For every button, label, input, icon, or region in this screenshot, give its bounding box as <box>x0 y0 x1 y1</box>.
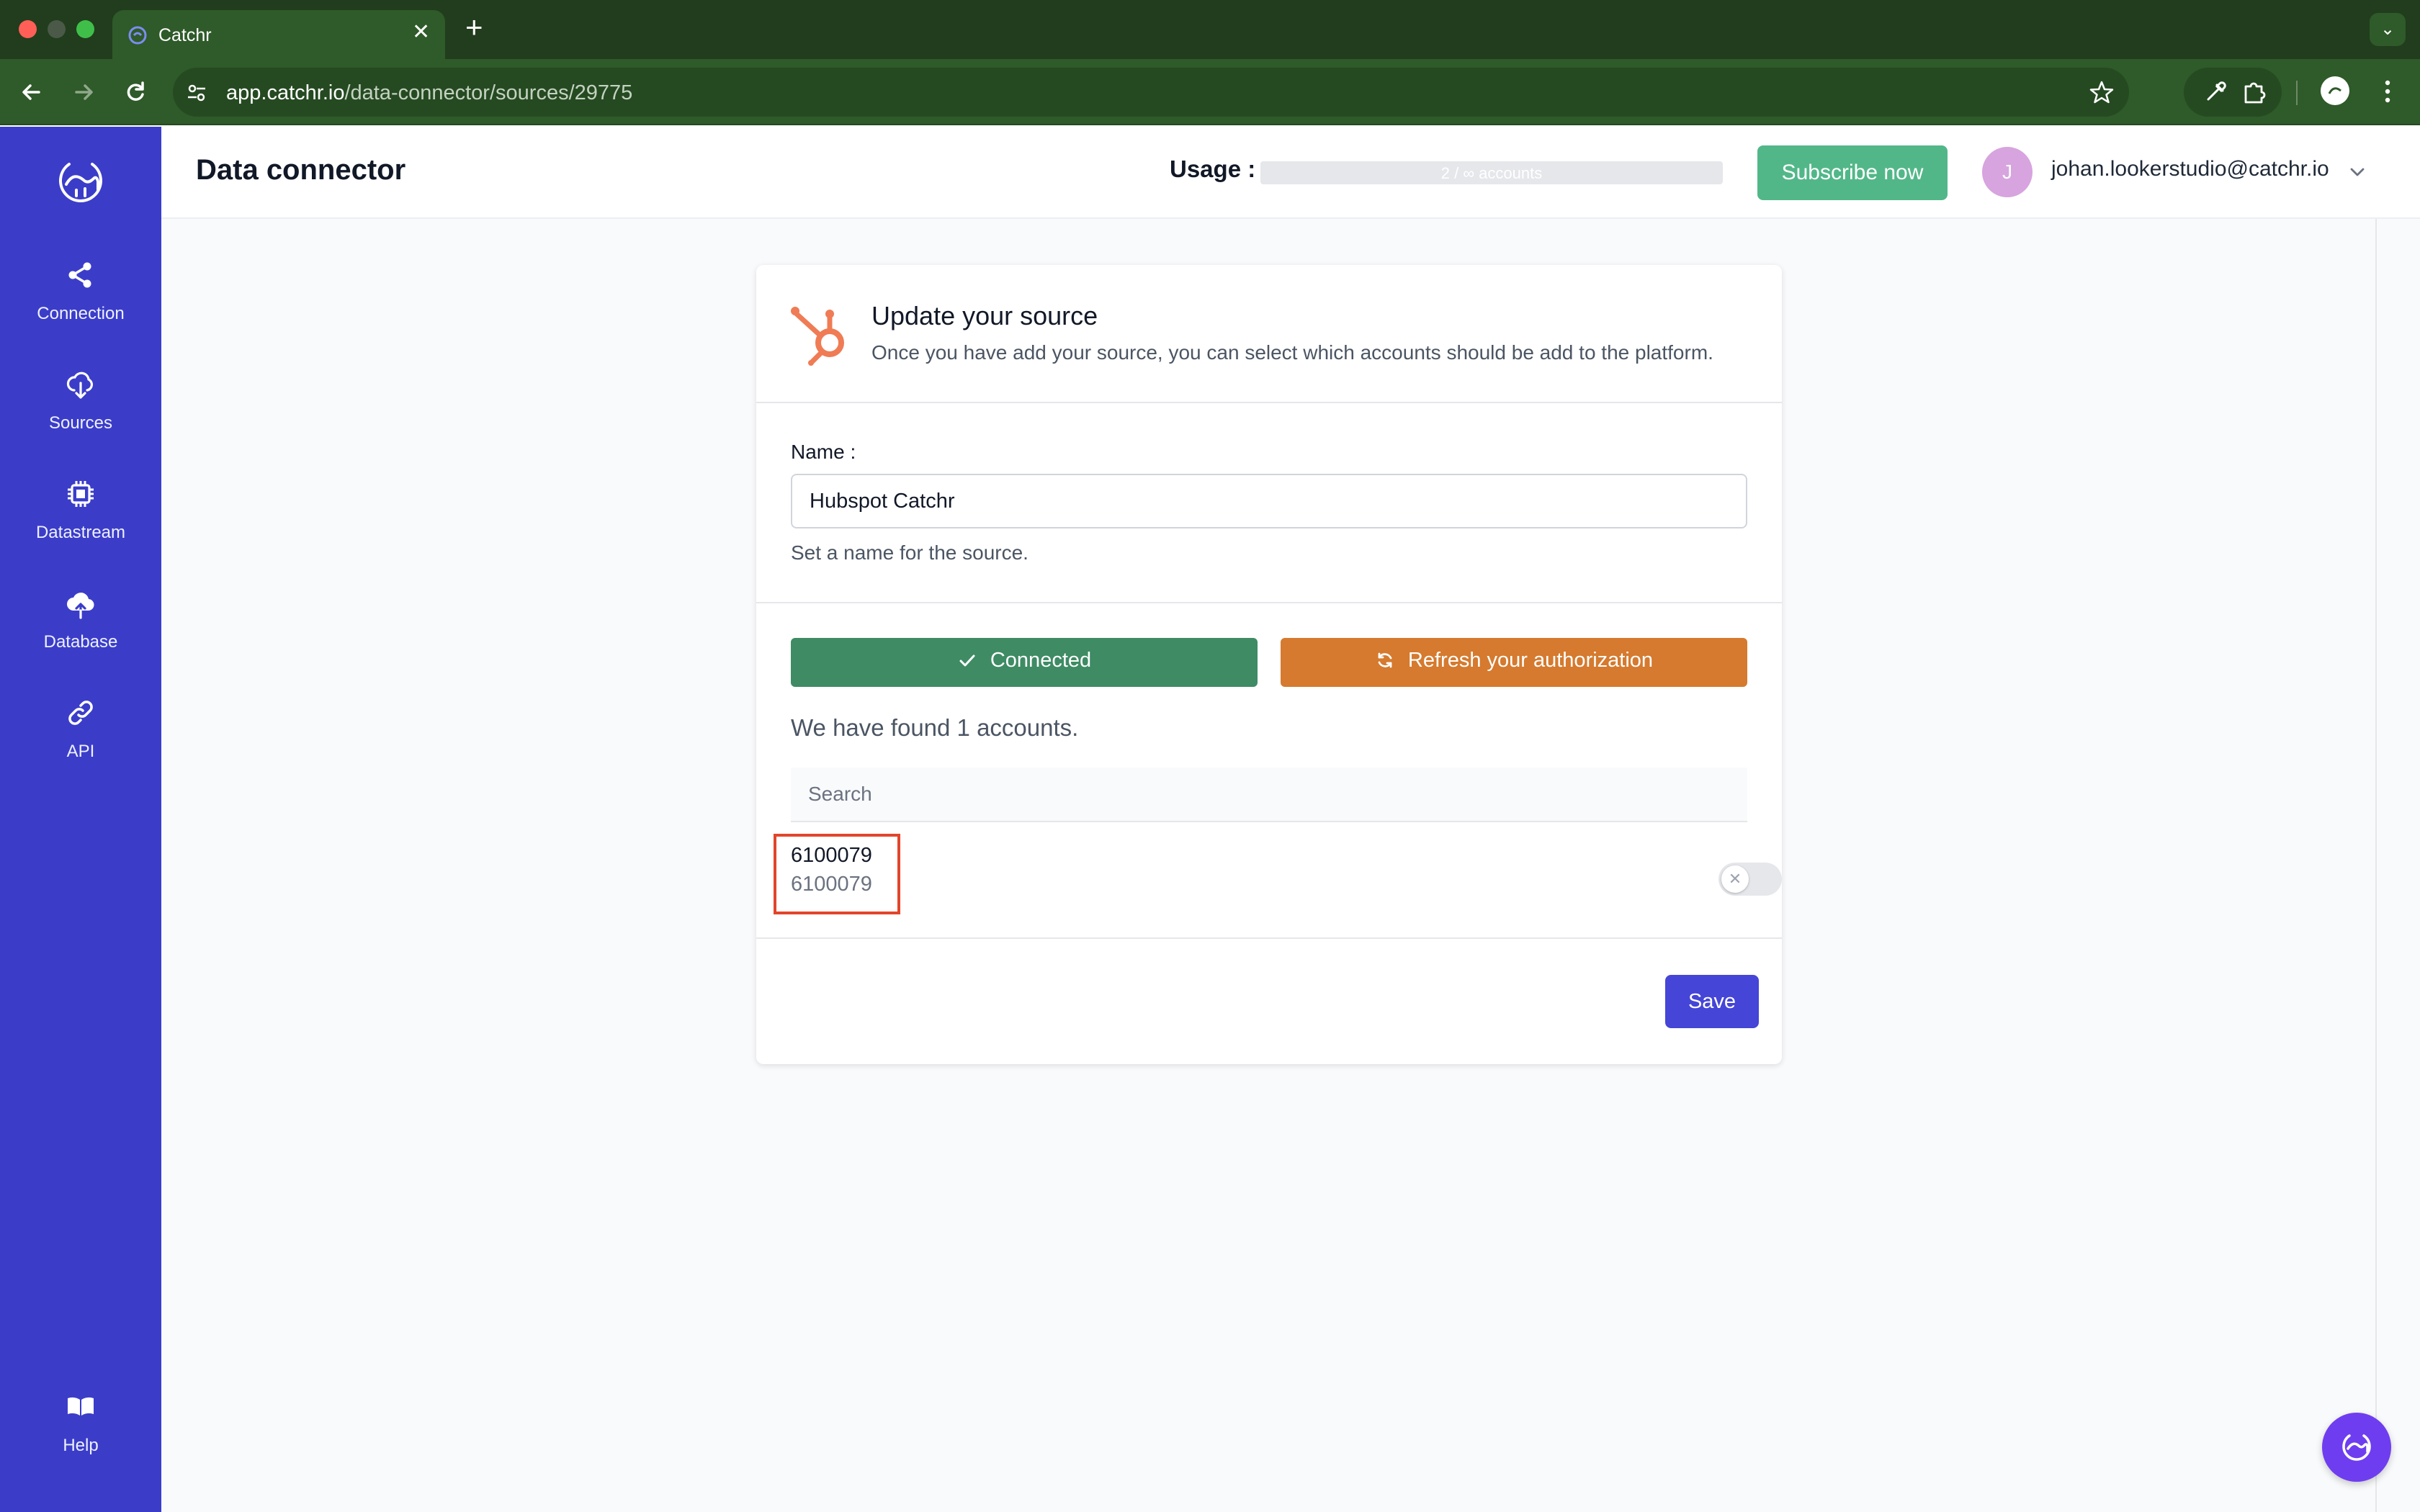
page-title: Data connector <box>196 154 406 186</box>
account-enable-toggle[interactable]: ✕ <box>1718 863 1782 896</box>
kebab-icon[interactable] <box>2377 75 2398 108</box>
toolbar-separator <box>2296 81 2298 105</box>
divider <box>756 602 1782 603</box>
catchr-logo-icon[interactable] <box>48 154 114 210</box>
sidebar-item-sources[interactable]: Sources <box>0 369 161 462</box>
cloud-download-icon <box>66 372 94 399</box>
check-icon <box>959 654 975 667</box>
account-id: 6100079 <box>791 873 872 896</box>
card-title: Update your source <box>871 301 1098 330</box>
maximize-window-button[interactable] <box>76 20 94 38</box>
sidebar-item-label: API <box>66 742 95 761</box>
subscribe-button[interactable]: Subscribe now <box>1757 145 1948 200</box>
tab-title: Catchr <box>158 25 212 45</box>
catchr-logo-icon <box>128 26 147 45</box>
address-bar[interactable]: app.catchr.io/data-connector/sources/297… <box>173 68 2129 117</box>
url-text: app.catchr.io/data-connector/sources/297… <box>226 81 632 105</box>
close-window-button[interactable] <box>19 20 37 38</box>
plus-icon[interactable]: + <box>465 12 483 43</box>
update-source-card: Update your source Once you have add you… <box>756 265 1782 1064</box>
minimize-window-button[interactable] <box>48 20 66 38</box>
app-sidebar: Connection Sources Datastream Database A… <box>0 127 161 1512</box>
app-header: Data connector Usage : 2 / ∞ accounts Su… <box>161 127 2420 219</box>
sidebar-item-label: Connection <box>37 304 125 323</box>
browser-tab[interactable]: Catchr ✕ <box>112 10 445 59</box>
chevron-down-icon[interactable] <box>2348 163 2367 181</box>
account-search-input[interactable] <box>791 768 1747 822</box>
chat-support-button[interactable] <box>2322 1413 2391 1482</box>
usage-text: 2 / ∞ accounts <box>1440 164 1543 182</box>
arrow-left-icon[interactable] <box>16 76 48 108</box>
cloud-upload-icon <box>67 593 94 619</box>
sidebar-item-label: Datastream <box>35 523 126 542</box>
chip-icon <box>68 481 94 507</box>
usage-label: Usage : <box>1170 156 1256 182</box>
url-host: app.catchr.io <box>226 81 345 104</box>
sidebar-item-api[interactable]: API <box>0 697 161 791</box>
star-icon[interactable] <box>2089 79 2115 105</box>
reload-icon[interactable] <box>120 76 151 108</box>
tune-icon[interactable] <box>186 82 207 104</box>
source-name-input[interactable] <box>791 474 1747 528</box>
hubspot-icon <box>791 307 844 366</box>
sidebar-item-label: Database <box>43 632 118 652</box>
close-icon[interactable]: ✕ <box>412 22 430 43</box>
sidebar-item-datastream[interactable]: Datastream <box>0 478 161 572</box>
book-icon <box>68 1397 94 1416</box>
puzzle-icon[interactable] <box>2241 79 2267 105</box>
profile-icon[interactable] <box>2321 76 2349 105</box>
save-button[interactable]: Save <box>1665 975 1759 1028</box>
sidebar-item-help[interactable]: Help <box>0 1391 161 1485</box>
refresh-label: Refresh your authorization <box>1407 648 1654 672</box>
chevron-down-icon[interactable]: ⌄ <box>2370 13 2406 46</box>
avatar[interactable]: J <box>1982 147 2033 197</box>
eyedropper-icon[interactable] <box>2202 79 2228 105</box>
usage-bar: 2 / ∞ accounts <box>1260 161 1723 184</box>
account-name: 6100079 <box>791 844 872 867</box>
divider <box>756 402 1782 403</box>
sidebar-item-label: Help <box>63 1436 99 1455</box>
share-icon <box>68 262 91 288</box>
card-subtitle: Once you have add your source, you can s… <box>871 341 1713 364</box>
browser-toolbar: app.catchr.io/data-connector/sources/297… <box>0 59 2420 125</box>
accounts-found-text: We have found 1 accounts. <box>791 714 1079 741</box>
divider <box>756 937 1782 939</box>
connected-label: Connected <box>990 648 1092 672</box>
toggle-knob: ✕ <box>1721 865 1749 893</box>
refresh-icon <box>1378 652 1392 668</box>
connected-button[interactable]: Connected <box>791 638 1258 687</box>
account-row: 6100079 6100079 ✕ <box>774 834 1782 914</box>
sidebar-item-connection[interactable]: Connection <box>0 259 161 353</box>
catchr-logo-icon <box>2342 1434 2371 1461</box>
browser-tab-bar: Catchr ✕ + ⌄ <box>0 0 2420 59</box>
sidebar-item-label: Sources <box>48 413 113 433</box>
sidebar-item-database[interactable]: Database <box>0 588 161 681</box>
link-icon <box>68 701 93 725</box>
scrollbar[interactable] <box>2375 219 2377 1512</box>
arrow-right-icon[interactable] <box>68 76 99 108</box>
url-path: /data-connector/sources/29775 <box>344 81 633 104</box>
extensions-group <box>2184 68 2282 117</box>
refresh-authorization-button[interactable]: Refresh your authorization <box>1281 638 1747 687</box>
name-help-text: Set a name for the source. <box>791 541 1028 564</box>
name-label: Name : <box>791 441 856 463</box>
user-email[interactable]: johan.lookerstudio@catchr.io <box>2051 157 2329 181</box>
